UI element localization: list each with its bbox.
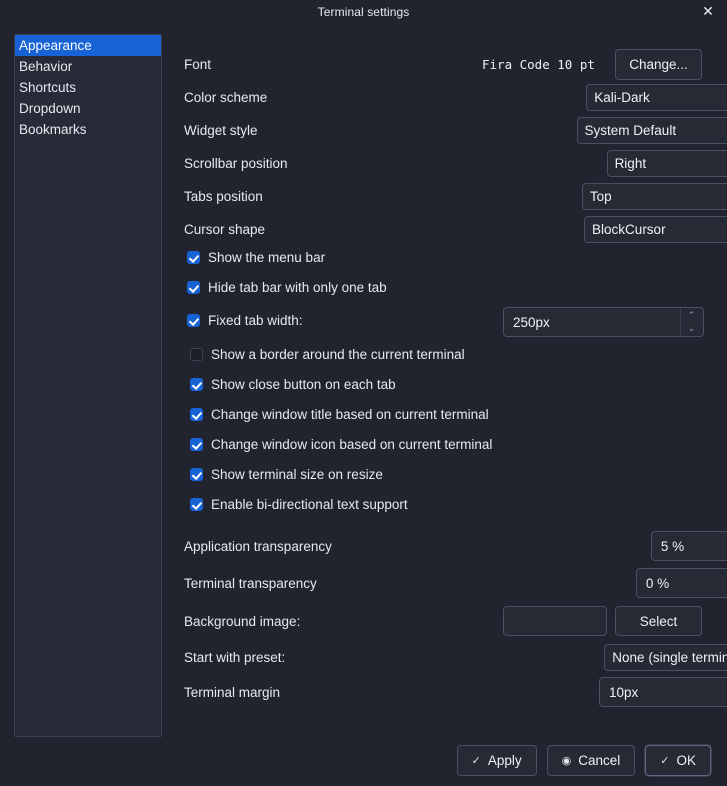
checkbox-show-menu-bar[interactable] — [187, 251, 200, 264]
checkbox-row-fixed-tab-width[interactable]: Fixed tab width: — [187, 313, 303, 328]
terminal-margin-row: Terminal margin 10px ⌃ ⌄ — [184, 677, 702, 707]
close-icon[interactable]: ✕ — [695, 0, 721, 23]
spinner-buttons[interactable]: ⌃ ⌄ — [680, 309, 702, 335]
checkbox-row-enable-bidi[interactable]: Enable bi-directional text support — [190, 497, 408, 512]
terminal-transparency-label: Terminal transparency — [184, 576, 317, 591]
checkbox-label-change-window-icon: Change window icon based on current term… — [211, 437, 492, 452]
checkbox-label-hide-tab-bar: Hide tab bar with only one tab — [208, 280, 387, 295]
terminal-transparency-row: Terminal transparency 0 % ⌃ ⌄ — [184, 568, 702, 598]
sidebar-item-behavior[interactable]: Behavior — [15, 56, 161, 77]
background-image-input[interactable] — [503, 606, 607, 636]
checkbox-label-enable-bidi: Enable bi-directional text support — [211, 497, 408, 512]
background-image-select-button[interactable]: Select — [615, 606, 702, 636]
tabs-position-combobox[interactable]: Top ⌄ — [582, 183, 727, 210]
terminal-margin-spinbox[interactable]: 10px ⌃ ⌄ — [599, 677, 727, 707]
start-with-preset-combobox[interactable]: None (single terminal) ⌄ — [604, 644, 727, 671]
checkbox-change-window-title[interactable] — [190, 408, 203, 421]
color-scheme-combobox[interactable]: Kali-Dark ⌄ — [586, 84, 727, 111]
terminal-margin-value: 10px — [600, 685, 638, 700]
font-value: Fira Code 10 pt — [482, 57, 595, 72]
settings-category-list[interactable]: Appearance Behavior Shortcuts Dropdown B… — [14, 34, 162, 737]
sidebar-item-shortcuts[interactable]: Shortcuts — [15, 77, 161, 98]
checkbox-row-show-border[interactable]: Show a border around the current termina… — [190, 347, 465, 362]
checkbox-row-change-window-icon[interactable]: Change window icon based on current term… — [190, 437, 492, 452]
cursor-shape-value: BlockCursor — [585, 222, 666, 237]
widget-style-row: Widget style System Default ⌄ — [184, 117, 702, 144]
dialog-body: Appearance Behavior Shortcuts Dropdown B… — [0, 23, 727, 786]
tabs-position-value: Top — [583, 189, 612, 204]
scrollbar-position-combobox[interactable]: Right ⌄ — [607, 150, 727, 177]
start-with-preset-row: Start with preset: None (single terminal… — [184, 644, 702, 671]
application-transparency-spinbox[interactable]: 5 % ⌃ ⌄ — [651, 531, 727, 561]
application-transparency-row: Application transparency 5 % ⌃ ⌄ — [184, 531, 702, 561]
background-image-label: Background image: — [184, 614, 300, 629]
checkbox-label-show-terminal-size: Show terminal size on resize — [211, 467, 383, 482]
title-bar: Terminal settings ✕ — [0, 0, 727, 23]
sidebar-item-bookmarks[interactable]: Bookmarks — [15, 119, 161, 140]
scrollbar-position-label: Scrollbar position — [184, 156, 288, 171]
checkbox-label-change-window-title: Change window title based on current ter… — [211, 407, 489, 422]
cursor-shape-row: Cursor shape BlockCursor ⌄ — [184, 216, 702, 243]
checkbox-label-show-menu-bar: Show the menu bar — [208, 250, 325, 265]
checkbox-row-show-close-button[interactable]: Show close button on each tab — [190, 377, 396, 392]
font-label: Font — [184, 57, 211, 72]
checkbox-fixed-tab-width[interactable] — [187, 314, 200, 327]
checkbox-show-terminal-size[interactable] — [190, 468, 203, 481]
check-icon: ✓ — [660, 754, 669, 767]
checkbox-enable-bidi[interactable] — [190, 498, 203, 511]
checkbox-label-show-border: Show a border around the current termina… — [211, 347, 465, 362]
color-scheme-label: Color scheme — [184, 90, 267, 105]
checkbox-label-show-close-button: Show close button on each tab — [211, 377, 396, 392]
start-with-preset-value: None (single terminal) — [605, 650, 727, 665]
tabs-position-row: Tabs position Top ⌄ — [184, 183, 702, 210]
terminal-transparency-value: 0 % — [637, 576, 669, 591]
fixed-tab-width-value: 250px — [504, 315, 550, 330]
cancel-button[interactable]: ◉ Cancel — [547, 745, 636, 776]
sidebar-item-dropdown[interactable]: Dropdown — [15, 98, 161, 119]
dialog-button-bar: ✓ Apply ◉ Cancel ✓ OK — [0, 735, 727, 786]
background-image-row: Background image: Select — [184, 606, 702, 636]
fixed-tab-width-spinbox[interactable]: 250px ⌃ ⌄ — [503, 307, 704, 337]
check-icon: ✓ — [472, 754, 481, 767]
checkbox-row-show-terminal-size[interactable]: Show terminal size on resize — [190, 467, 383, 482]
ok-button-label: OK — [676, 753, 696, 768]
terminal-transparency-spinbox[interactable]: 0 % ⌃ ⌄ — [636, 568, 727, 598]
cancel-button-label: Cancel — [578, 753, 620, 768]
application-transparency-label: Application transparency — [184, 539, 332, 554]
scrollbar-position-row: Scrollbar position Right ⌄ — [184, 150, 702, 177]
checkbox-row-show-menu-bar[interactable]: Show the menu bar — [187, 250, 325, 265]
sidebar-item-appearance[interactable]: Appearance — [15, 35, 161, 56]
checkbox-row-change-window-title[interactable]: Change window title based on current ter… — [190, 407, 489, 422]
cancel-circle-icon: ◉ — [562, 754, 572, 767]
tabs-position-label: Tabs position — [184, 189, 263, 204]
color-scheme-value: Kali-Dark — [587, 90, 650, 105]
checkbox-hide-tab-bar[interactable] — [187, 281, 200, 294]
widget-style-value: System Default — [578, 123, 677, 138]
font-change-button[interactable]: Change... — [615, 49, 702, 80]
widget-style-label: Widget style — [184, 123, 258, 138]
checkbox-label-fixed-tab-width: Fixed tab width: — [208, 313, 303, 328]
spinner-down-icon[interactable]: ⌄ — [681, 322, 702, 335]
window-title: Terminal settings — [318, 5, 410, 19]
application-transparency-value: 5 % — [652, 539, 684, 554]
cursor-shape-combobox[interactable]: BlockCursor ⌄ — [584, 216, 727, 243]
apply-button[interactable]: ✓ Apply — [457, 745, 537, 776]
color-scheme-row: Color scheme Kali-Dark ⌄ — [184, 84, 702, 111]
start-with-preset-label: Start with preset: — [184, 650, 285, 665]
ok-button[interactable]: ✓ OK — [645, 745, 711, 776]
checkbox-show-close-button[interactable] — [190, 378, 203, 391]
cursor-shape-label: Cursor shape — [184, 222, 265, 237]
checkbox-row-hide-tab-bar[interactable]: Hide tab bar with only one tab — [187, 280, 387, 295]
font-row: Font Fira Code 10 pt Change... — [184, 49, 702, 80]
scrollbar-position-value: Right — [608, 156, 647, 171]
terminal-margin-label: Terminal margin — [184, 685, 280, 700]
spinner-up-icon[interactable]: ⌃ — [681, 309, 702, 322]
checkbox-change-window-icon[interactable] — [190, 438, 203, 451]
widget-style-combobox[interactable]: System Default ⌄ — [577, 117, 727, 144]
apply-button-label: Apply — [488, 753, 522, 768]
checkbox-show-border[interactable] — [190, 348, 203, 361]
